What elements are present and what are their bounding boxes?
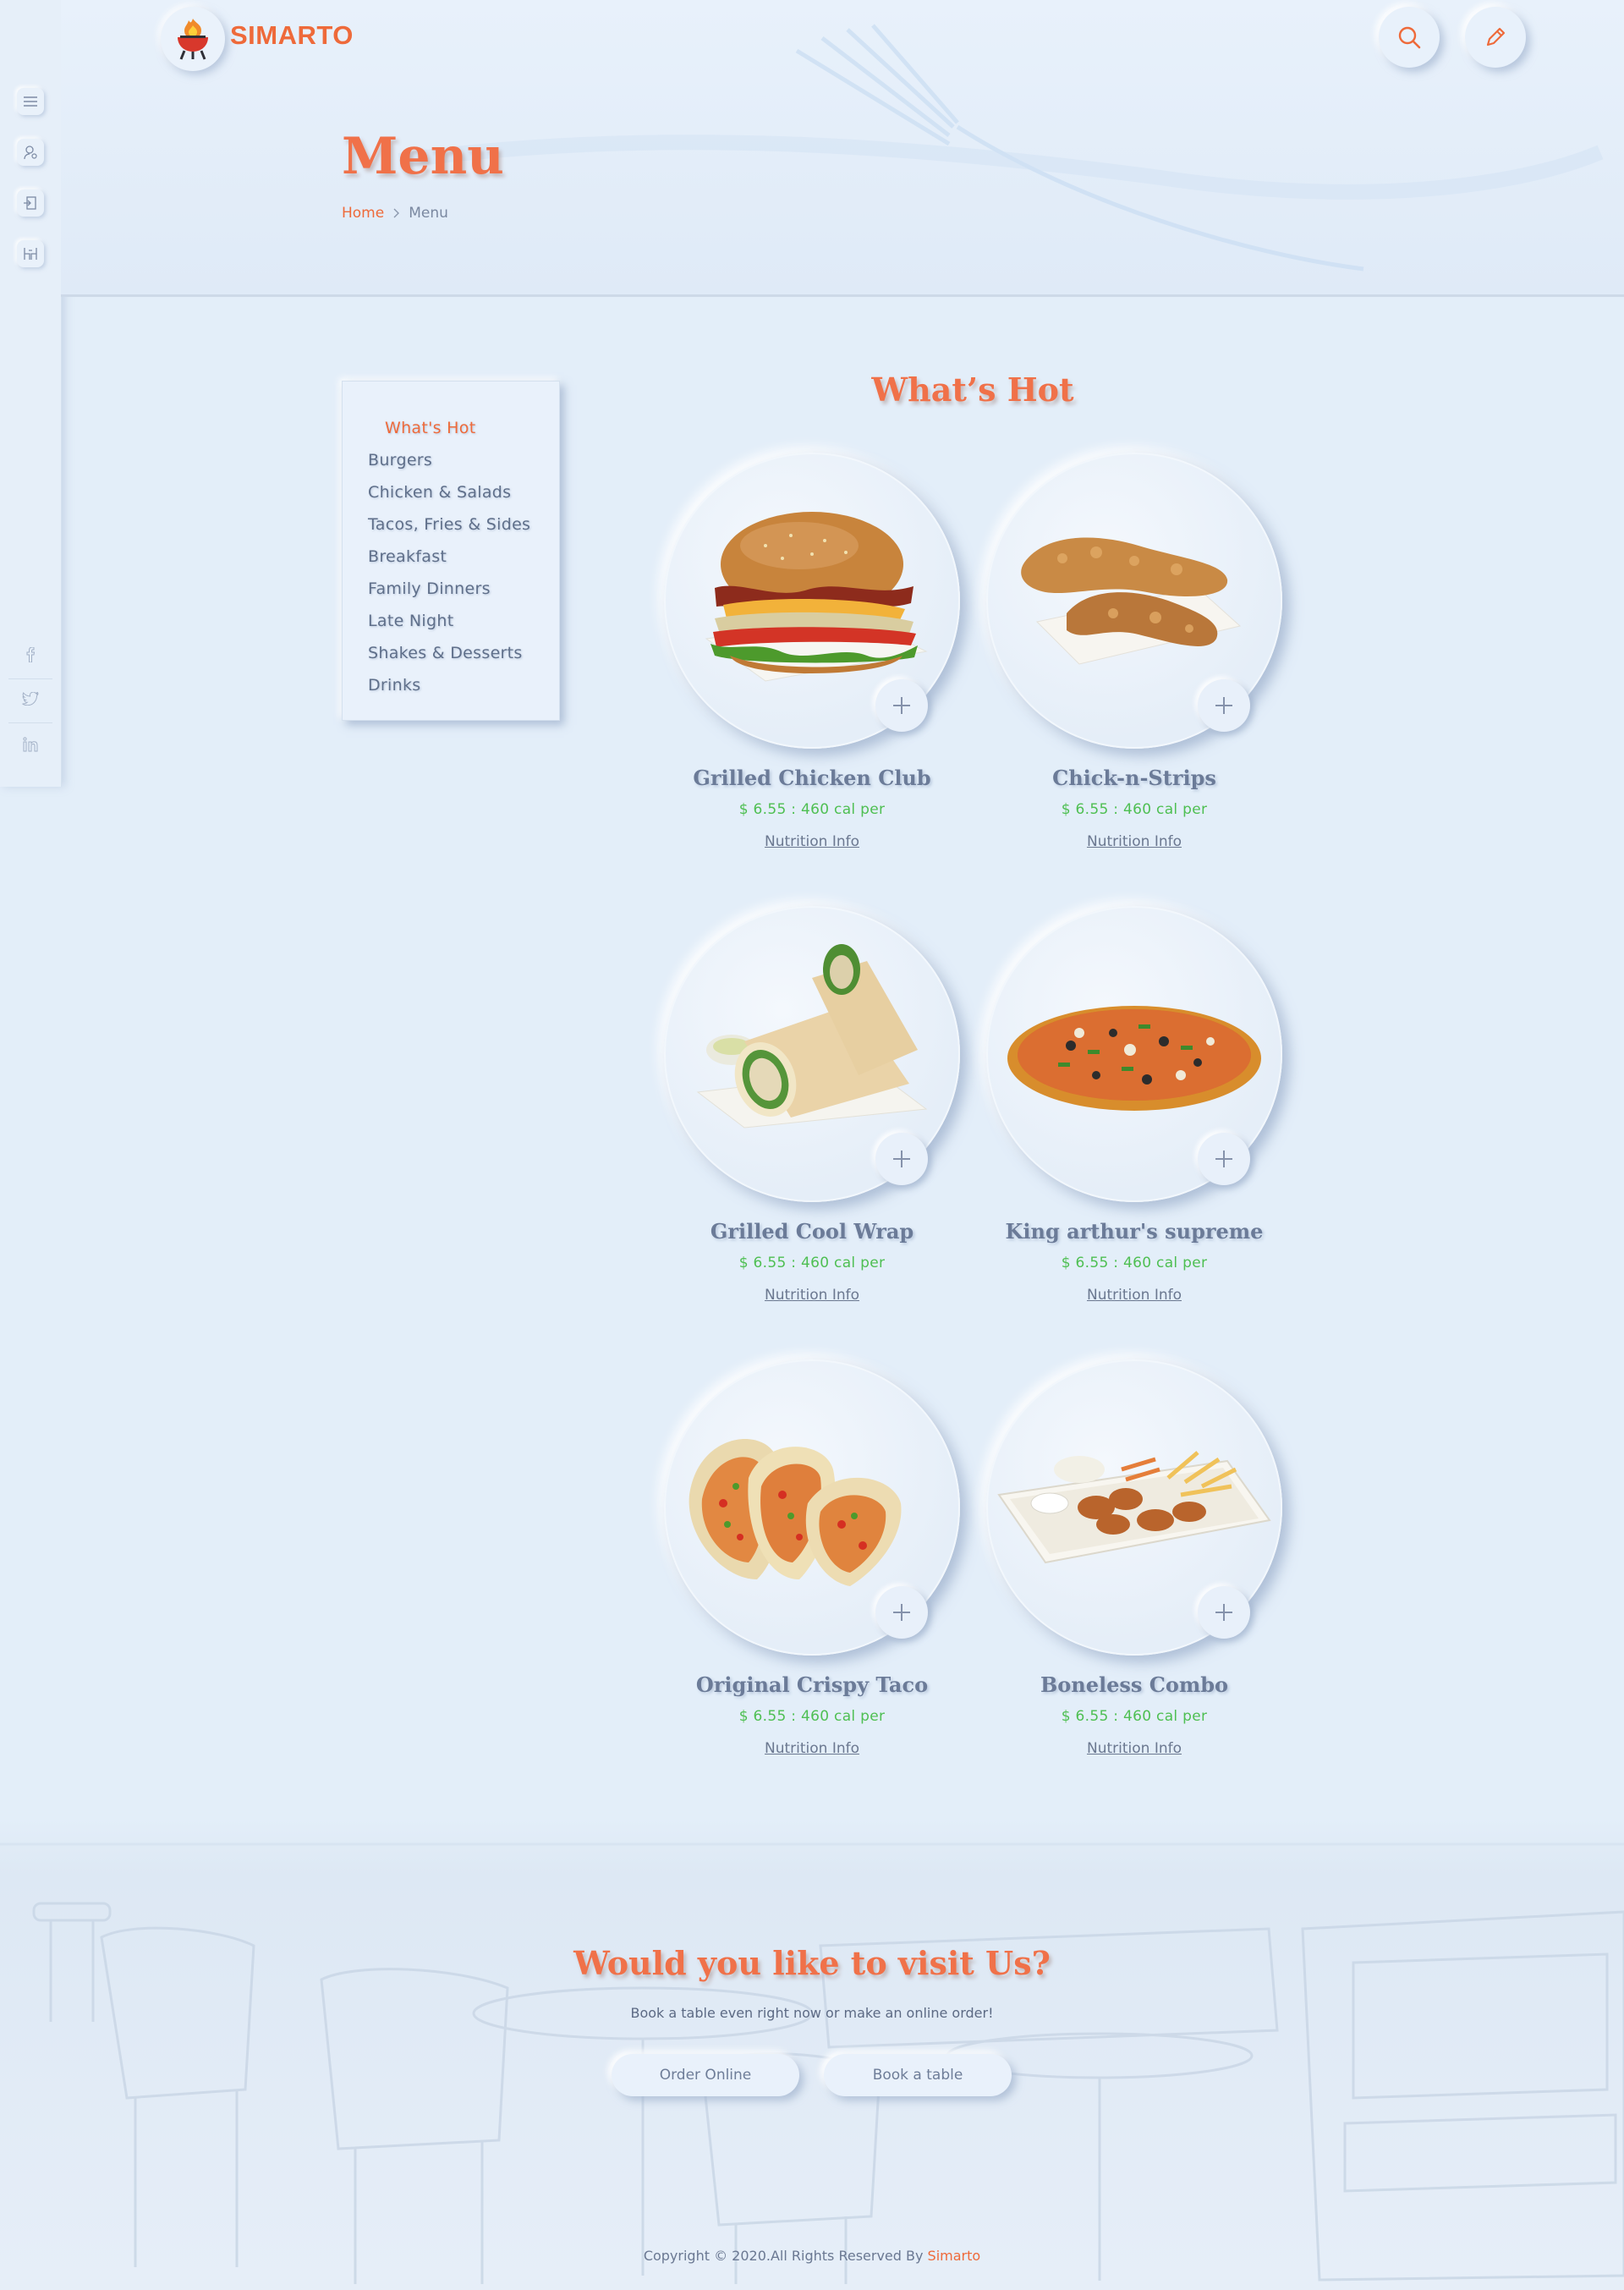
brand-name[interactable]: SIMARTO [230,20,354,51]
linkedin-icon[interactable] [19,733,42,756]
visit-title: Would you like to visit Us? [573,1944,1051,1982]
breadcrumb-home[interactable]: Home [342,205,384,222]
food-price: $ 6.55 : 460 cal per [738,1255,886,1271]
nutrition-info-link[interactable]: Nutrition Info [974,1287,1295,1304]
category-menu: What's Hot Burgers Chicken & Salads Taco… [342,381,560,721]
section-title: What’s Hot [871,371,1074,409]
food-price: $ 6.55 : 460 cal per [1061,1708,1208,1725]
edit-button[interactable] [1465,7,1526,68]
twitter-icon[interactable] [19,687,42,711]
copyright-text: Copyright © 2020.All Rights Reserved By [643,2248,924,2264]
food-name: Boneless Combo [1040,1672,1229,1697]
visit-section [0,1819,1624,2290]
category-late-night[interactable]: Late Night [368,605,559,637]
book-table-button[interactable]: Book a table [824,2054,1012,2096]
add-to-cart-button[interactable] [1198,1133,1250,1185]
food-name: Grilled Chicken Club [693,766,931,790]
copyright: Copyright © 2020.All Rights Reserved By … [0,2248,1624,2264]
category-tacos-fries-sides[interactable]: Tacos, Fries & Sides [368,508,559,541]
login-icon[interactable] [17,189,44,217]
food-name: Grilled Cool Wrap [710,1219,914,1244]
plus-icon [893,697,910,714]
nutrition-info-link[interactable]: Nutrition Info [974,833,1295,850]
facebook-icon[interactable] [19,643,42,667]
divider [8,722,52,723]
category-chicken-salads[interactable]: Chicken & Salads [368,476,559,508]
menu-card: Chick-n-Strips $ 6.55 : 460 cal per Nutr… [974,453,1295,876]
plus-icon [1215,1150,1232,1167]
menu-icon[interactable] [17,88,44,115]
category-burgers[interactable]: Burgers [368,444,559,476]
add-to-cart-button[interactable] [875,1133,928,1185]
copyright-brand-link[interactable]: Simarto [928,2248,981,2264]
category-breakfast[interactable]: Breakfast [368,541,559,573]
pencil-icon [1486,27,1506,47]
food-name: Chick-n-Strips [1052,766,1216,790]
add-to-cart-button[interactable] [1198,679,1250,732]
food-price: $ 6.55 : 460 cal per [1061,1255,1208,1271]
food-price: $ 6.55 : 460 cal per [1061,801,1208,818]
food-name: Original Crispy Taco [695,1672,929,1697]
user-icon[interactable] [17,139,44,166]
restaurant-background [0,1842,1624,2284]
add-to-cart-button[interactable] [875,679,928,732]
nutrition-info-link[interactable]: Nutrition Info [651,833,973,850]
search-button[interactable] [1379,7,1440,68]
logo[interactable] [161,7,225,71]
nutrition-info-link[interactable]: Nutrition Info [974,1740,1295,1757]
page-header: SIMARTO [61,0,1624,297]
food-name: King arthur's supreme [1005,1219,1264,1244]
category-whats-hot[interactable]: What's Hot [368,412,559,444]
breadcrumb-current: Menu [409,205,448,222]
menu-card: Grilled Cool Wrap $ 6.55 : 460 cal per N… [651,906,973,1329]
plus-icon [893,1604,910,1621]
reservation-icon[interactable] [17,240,44,267]
divider [8,678,52,679]
page-title: Menu [342,127,504,186]
category-drinks[interactable]: Drinks [368,669,559,701]
search-icon [1398,26,1421,49]
menu-card: Original Crispy Taco $ 6.55 : 460 cal pe… [651,1359,973,1782]
nutrition-info-link[interactable]: Nutrition Info [651,1287,973,1304]
plus-icon [1215,697,1232,714]
category-shakes-desserts[interactable]: Shakes & Desserts [368,637,559,669]
food-price: $ 6.55 : 460 cal per [738,801,886,818]
nutrition-info-link[interactable]: Nutrition Info [651,1740,973,1757]
grill-logo-icon [178,19,208,60]
add-to-cart-button[interactable] [1198,1586,1250,1639]
food-price: $ 6.55 : 460 cal per [738,1708,886,1725]
menu-card: Boneless Combo $ 6.55 : 460 cal per Nutr… [974,1359,1295,1782]
plus-icon [893,1150,910,1167]
breadcrumb: Home Menu [342,205,448,222]
plus-icon [1215,1604,1232,1621]
left-rail [0,0,62,787]
category-family-dinners[interactable]: Family Dinners [368,573,559,605]
menu-card: King arthur's supreme $ 6.55 : 460 cal p… [974,906,1295,1329]
chevron-right-icon [393,208,400,218]
order-online-button[interactable]: Order Online [612,2054,799,2096]
menu-card: Grilled Chicken Club $ 6.55 : 460 cal pe… [651,453,973,876]
add-to-cart-button[interactable] [875,1586,928,1639]
visit-subtitle: Book a table even right now or make an o… [630,2005,994,2021]
